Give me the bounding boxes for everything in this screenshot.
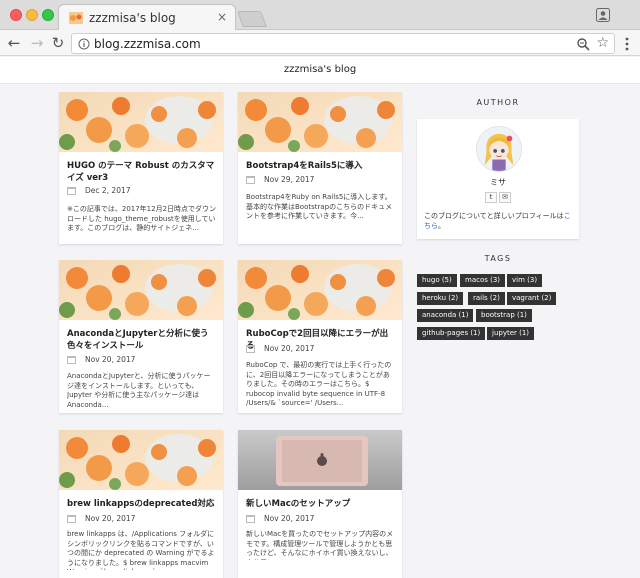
close-window-button[interactable] bbox=[10, 9, 22, 21]
tab-title: zzzmisa's blog bbox=[89, 11, 176, 25]
post-excerpt: AnacondaとJupyterと、分析に使うパッケージ達をインストールします。… bbox=[67, 372, 211, 409]
back-button[interactable]: ← bbox=[5, 34, 23, 52]
post-date-row: Nov 20, 2017 bbox=[246, 514, 396, 524]
author-description-end: 。 bbox=[438, 221, 445, 230]
browser-tab-bar: zzzmisa's blog × bbox=[0, 0, 640, 31]
author-description: このブログについてと詳しいプロフィールはこちら。 bbox=[424, 212, 574, 231]
post-thumbnail-flowers[interactable] bbox=[238, 92, 402, 152]
tag-macos[interactable]: macos (3) bbox=[460, 274, 506, 287]
post-thumbnail-flowers[interactable] bbox=[59, 430, 223, 490]
post-thumbnail-flowers[interactable] bbox=[59, 92, 223, 152]
post-title[interactable]: HUGO のテーマ Robust のカスタマイズ ver3 bbox=[67, 160, 217, 184]
calendar-icon bbox=[67, 187, 76, 195]
post-date-row: Nov 20, 2017 bbox=[67, 355, 217, 365]
author-description-text: このブログについてと詳しいプロフィールは bbox=[424, 212, 564, 220]
profile-icon[interactable] bbox=[596, 8, 610, 22]
post-date: Nov 20, 2017 bbox=[85, 514, 136, 523]
post-card[interactable]: HUGO のテーマ Robust のカスタマイズ ver3 Dec 2, 201… bbox=[59, 92, 223, 244]
post-date: Nov 20, 2017 bbox=[85, 355, 136, 364]
post-date: Nov 20, 2017 bbox=[264, 514, 315, 523]
author-box: ミサ t ✉ このブログについてと詳しいプロフィールはこちら。 bbox=[417, 119, 579, 239]
post-title[interactable]: AnacondaとJupyterと分析に使う色々をインストール bbox=[67, 328, 217, 352]
post-excerpt: 新しいMacを買ったのでセットアップ内容のメモです。構成管理ツールで管理しようか… bbox=[246, 530, 394, 560]
author-name: ミサ bbox=[490, 178, 506, 187]
post-thumbnail-flowers[interactable] bbox=[238, 260, 402, 320]
post-excerpt: Bootstrap4をRuby on Rails5に導入します。基本的な作業はB… bbox=[246, 193, 393, 220]
post-date: Nov 20, 2017 bbox=[264, 344, 315, 353]
mail-icon[interactable]: ✉ bbox=[499, 192, 511, 203]
post-thumbnail-flowers[interactable] bbox=[59, 260, 223, 320]
tag-github-pages[interactable]: github-pages (1) bbox=[417, 327, 486, 340]
tag-vagrant[interactable]: vagrant (2) bbox=[507, 292, 557, 305]
url-text[interactable]: blog.zzzmisa.com bbox=[94, 37, 201, 51]
forward-button[interactable]: → bbox=[28, 34, 46, 52]
tag-rails[interactable]: rails (2) bbox=[468, 292, 505, 305]
post-card[interactable]: brew linkappsのdeprecated対応 Nov 20, 2017 … bbox=[59, 430, 223, 578]
browser-menu-icon[interactable] bbox=[622, 36, 632, 52]
zoom-icon[interactable] bbox=[576, 37, 590, 51]
author-heading: AUTHOR bbox=[476, 98, 520, 107]
post-card[interactable]: RuboCopで2回目以降にエラーが出る Nov 20, 2017 RuboCo… bbox=[238, 260, 402, 413]
site-header: zzzmisa's blog bbox=[0, 57, 640, 84]
post-date: Nov 29, 2017 bbox=[264, 175, 315, 184]
post-card[interactable]: Bootstrap4をRails5に導入 Nov 29, 2017 Bootst… bbox=[238, 92, 402, 244]
tag-vim[interactable]: vim (3) bbox=[507, 274, 543, 287]
post-title[interactable]: 新しいMacのセットアップ bbox=[246, 498, 396, 510]
calendar-icon bbox=[246, 176, 255, 184]
address-bar[interactable]: blog.zzzmisa.com ☆ bbox=[71, 33, 615, 54]
tag-hugo[interactable]: hugo (5) bbox=[417, 274, 457, 287]
site-title[interactable]: zzzmisa's blog bbox=[0, 64, 640, 75]
avatar[interactable] bbox=[476, 126, 522, 172]
post-title[interactable]: Bootstrap4をRails5に導入 bbox=[246, 160, 396, 172]
tags-heading: TAGS bbox=[484, 254, 512, 263]
post-date-row: Nov 20, 2017 bbox=[67, 514, 217, 524]
minimize-window-button[interactable] bbox=[26, 9, 38, 21]
twitter-icon[interactable]: t bbox=[485, 192, 497, 203]
calendar-icon bbox=[67, 356, 76, 364]
reload-button[interactable]: ↻ bbox=[49, 34, 67, 52]
new-tab-button[interactable] bbox=[237, 11, 267, 27]
post-card[interactable]: 新しいMacのセットアップ Nov 20, 2017 新しいMacを買ったのでセ… bbox=[238, 430, 402, 578]
post-excerpt: ※この記事では、2017年12月2日時点でダウンロードした hugo_theme… bbox=[67, 205, 217, 232]
maximize-window-button[interactable] bbox=[42, 9, 54, 21]
post-thumbnail-macbook[interactable] bbox=[238, 430, 402, 490]
post-date-row: Nov 20, 2017 bbox=[246, 344, 396, 354]
tab-close-icon[interactable]: × bbox=[217, 10, 227, 24]
browser-toolbar: ← → ↻ blog.zzzmisa.com ☆ bbox=[0, 30, 640, 56]
post-card[interactable]: AnacondaとJupyterと分析に使う色々をインストール Nov 20, … bbox=[59, 260, 223, 413]
tag-heroku[interactable]: heroku (2) bbox=[417, 292, 464, 305]
post-excerpt: brew linkapps は、/Applications フォルダにシンボリッ… bbox=[67, 530, 215, 570]
post-excerpt: RuboCop で、最初の実行では上手く行ったのに、2回目以降エラーになってしま… bbox=[246, 361, 392, 407]
calendar-icon bbox=[67, 515, 76, 523]
post-title[interactable]: brew linkappsのdeprecated対応 bbox=[67, 498, 217, 510]
browser-tab[interactable]: zzzmisa's blog × bbox=[58, 4, 236, 31]
post-date: Dec 2, 2017 bbox=[85, 186, 131, 195]
tag-bootstrap[interactable]: bootstrap (1) bbox=[476, 309, 532, 322]
calendar-icon bbox=[246, 515, 255, 523]
site-favicon-icon bbox=[69, 12, 83, 24]
tag-jupyter[interactable]: jupyter (1) bbox=[487, 327, 535, 340]
calendar-icon bbox=[246, 345, 255, 353]
post-date-row: Nov 29, 2017 bbox=[246, 175, 396, 185]
info-icon[interactable] bbox=[78, 38, 90, 50]
tag-anaconda[interactable]: anaconda (1) bbox=[417, 309, 474, 322]
post-date-row: Dec 2, 2017 bbox=[67, 186, 217, 196]
bookmark-star-icon[interactable]: ☆ bbox=[596, 35, 609, 51]
